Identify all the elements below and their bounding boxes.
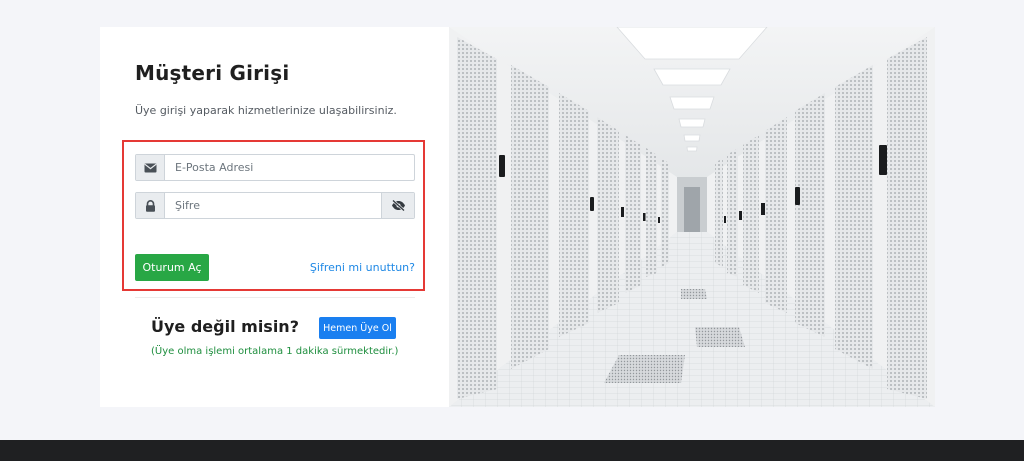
eye-slash-icon[interactable] — [381, 193, 414, 218]
footer-bar — [0, 440, 1024, 461]
email-input[interactable] — [165, 155, 414, 180]
divider — [135, 297, 415, 298]
register-button[interactable]: Hemen Üye Ol — [319, 317, 396, 339]
page-title: Müşteri Girişi — [135, 61, 290, 85]
register-note: (Üye olma işlemi ortalama 1 dakika sürme… — [151, 346, 399, 357]
password-input-group — [135, 192, 415, 219]
login-button[interactable]: Oturum Aç — [135, 254, 209, 281]
envelope-icon — [136, 155, 165, 180]
password-input[interactable] — [165, 193, 381, 218]
lock-icon — [136, 193, 165, 218]
login-subtitle: Üye girişi yaparak hizmetlerinize ulaşab… — [135, 104, 397, 117]
login-panel: Müşteri Girişi Üye girişi yaparak hizmet… — [100, 27, 449, 407]
datacenter-corridor-illustration — [449, 27, 935, 407]
email-input-group — [135, 154, 415, 181]
forgot-password-link[interactable]: Şifreni mi unuttun? — [310, 261, 415, 274]
register-heading: Üye değil misin? — [151, 317, 299, 336]
login-card: Müşteri Girişi Üye girişi yaparak hizmet… — [100, 27, 935, 407]
datacenter-image — [449, 27, 935, 407]
page: Müşteri Girişi Üye girişi yaparak hizmet… — [0, 0, 1024, 461]
